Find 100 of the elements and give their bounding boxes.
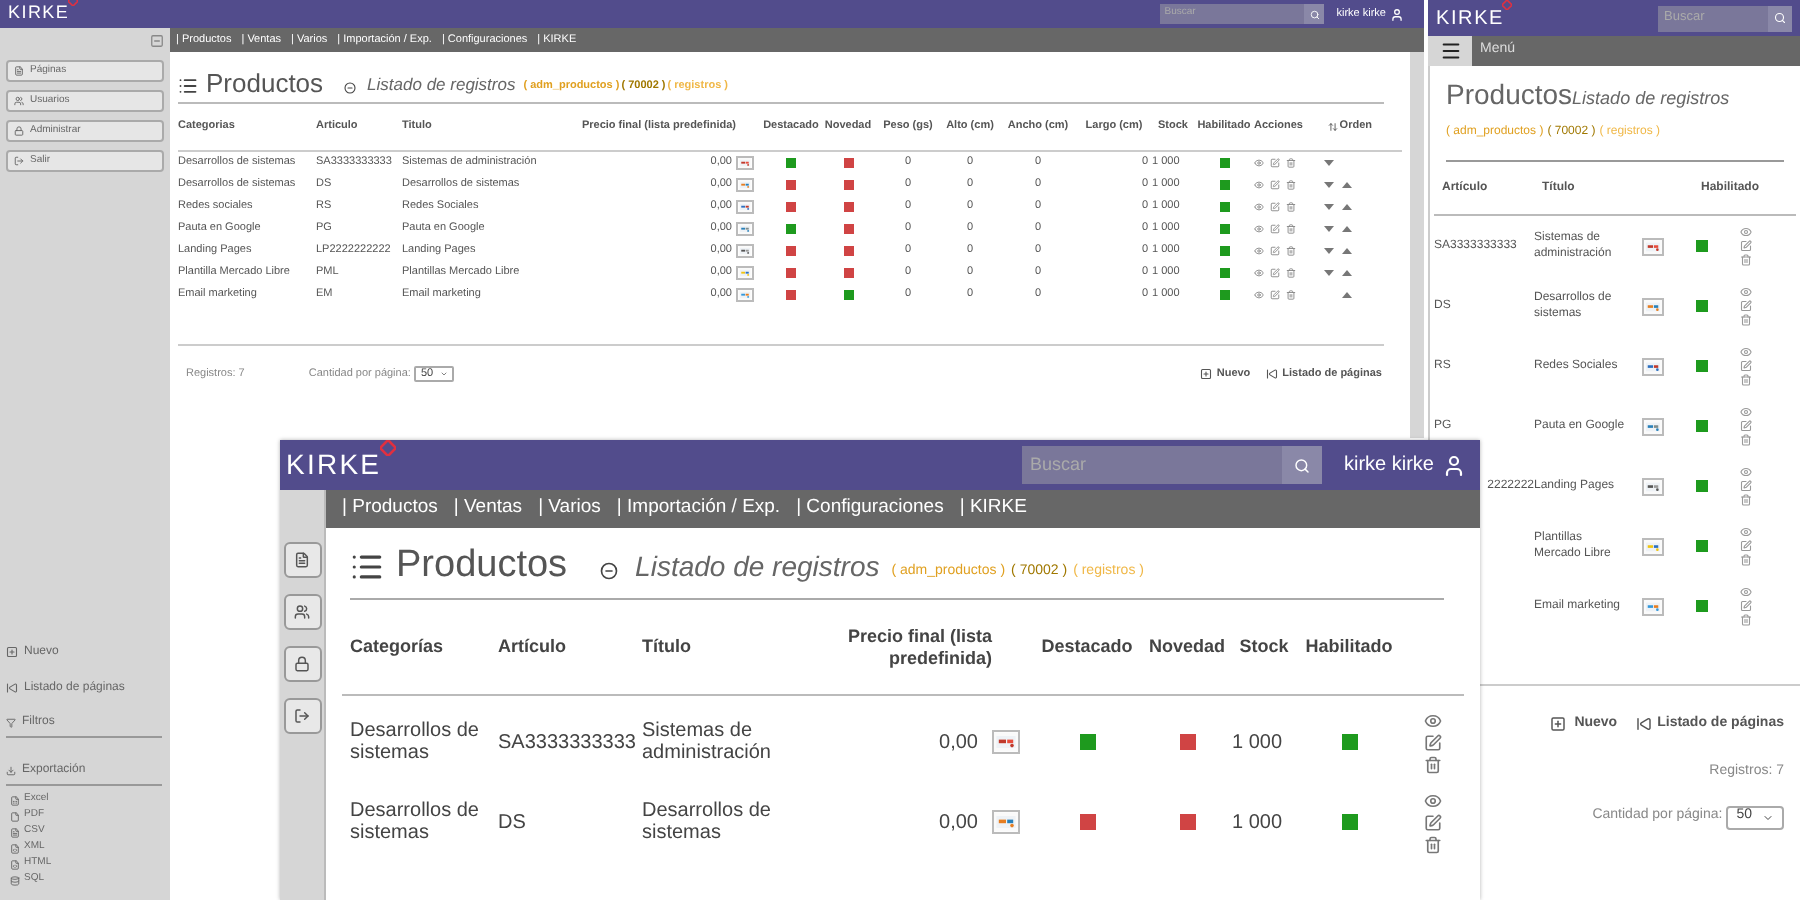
logo: KIRKE: [8, 0, 78, 28]
database-icon: [10, 875, 20, 885]
trash-icon[interactable]: [1286, 290, 1296, 300]
menu-item[interactable]: | Importación / Exp.: [616, 494, 781, 524]
trash-icon[interactable]: [1740, 434, 1752, 446]
down-arrow-icon[interactable]: [1324, 226, 1334, 232]
edit-icon[interactable]: [1740, 540, 1752, 552]
minus-icon[interactable]: [599, 562, 618, 580]
down-arrow-icon[interactable]: [1324, 160, 1334, 166]
edit-icon[interactable]: [1740, 240, 1752, 252]
edit-icon[interactable]: [1270, 202, 1280, 212]
filter-icon: [6, 718, 16, 728]
column-header: Precio final (lista predefinida): [845, 625, 992, 669]
eye-icon[interactable]: [1254, 202, 1264, 212]
trash-icon[interactable]: [1740, 254, 1752, 266]
sidebar-button[interactable]: [283, 594, 321, 630]
file-icon: [10, 795, 20, 805]
eye-icon[interactable]: [1740, 226, 1752, 238]
eye-icon[interactable]: [1424, 791, 1442, 809]
edit-icon[interactable]: [1270, 268, 1280, 278]
up-arrow-icon[interactable]: [1342, 226, 1352, 232]
edit-icon[interactable]: [1270, 224, 1280, 234]
column-header: Novedad: [1146, 636, 1227, 658]
sidebar-button[interactable]: [283, 698, 321, 734]
edit-icon[interactable]: [1740, 300, 1752, 312]
trash-icon[interactable]: [1286, 180, 1296, 190]
document-icon: [294, 552, 310, 568]
eye-icon[interactable]: [1740, 286, 1752, 298]
up-arrow-icon[interactable]: [1342, 270, 1352, 276]
trash-icon[interactable]: [1286, 158, 1296, 168]
eye-icon[interactable]: [1254, 290, 1264, 300]
search-button[interactable]: [1281, 446, 1322, 484]
eye-icon[interactable]: [1254, 180, 1264, 190]
minus-icon[interactable]: [343, 82, 356, 94]
down-arrow-icon[interactable]: [1324, 270, 1334, 276]
trash-icon[interactable]: [1740, 614, 1752, 626]
down-arrow-icon[interactable]: [1324, 182, 1334, 188]
trash-icon[interactable]: [1286, 246, 1296, 256]
logout-icon: [14, 156, 24, 166]
menu-item[interactable]: | Varios: [538, 494, 601, 524]
edit-icon[interactable]: [1740, 360, 1752, 372]
menu-icon: [1439, 40, 1461, 62]
trash-icon[interactable]: [1740, 554, 1752, 566]
trash-icon[interactable]: [1286, 224, 1296, 234]
file-icon: [10, 843, 20, 853]
trash-icon[interactable]: [1286, 268, 1296, 278]
table-cell-text: 1 000: [1232, 811, 1285, 833]
search-button[interactable]: [1304, 4, 1325, 24]
eye-icon[interactable]: [1254, 268, 1264, 278]
logo: KIRKE: [1436, 3, 1513, 33]
trash-icon[interactable]: [1286, 202, 1296, 212]
edit-icon[interactable]: [1424, 813, 1442, 831]
edit-icon[interactable]: [1270, 246, 1280, 256]
collapse-icon[interactable]: [150, 33, 164, 47]
trash-icon[interactable]: [1740, 494, 1752, 506]
down-arrow-icon[interactable]: [1324, 204, 1334, 210]
up-arrow-icon[interactable]: [1342, 204, 1352, 210]
menu-item[interactable]: | Configuraciones: [796, 494, 944, 524]
eye-icon[interactable]: [1740, 586, 1752, 598]
plus-icon: [6, 646, 18, 658]
sidebar-button[interactable]: [283, 646, 321, 682]
menu-button[interactable]: [1428, 36, 1472, 66]
edit-icon[interactable]: [1270, 158, 1280, 168]
up-arrow-icon[interactable]: [1342, 182, 1352, 188]
eye-icon[interactable]: [1254, 246, 1264, 256]
down-arrow-icon[interactable]: [1324, 248, 1334, 254]
search-button[interactable]: [1768, 5, 1792, 31]
menu-item[interactable]: | Productos: [342, 494, 438, 524]
edit-icon[interactable]: [1424, 733, 1442, 751]
eye-icon[interactable]: [1740, 406, 1752, 418]
eye-icon[interactable]: [1740, 466, 1752, 478]
column-header: Habilitado: [1303, 636, 1395, 658]
eye-icon[interactable]: [1424, 711, 1442, 729]
edit-icon[interactable]: [1740, 480, 1752, 492]
column-header: Artículo: [498, 636, 569, 658]
search-icon: [1309, 9, 1320, 19]
page-subtitle: Listado de registros: [367, 72, 516, 98]
menu-item[interactable]: | Ventas: [453, 494, 523, 524]
sidebar-button[interactable]: [283, 542, 321, 578]
logo: KIRKE: [286, 444, 396, 486]
trash-icon[interactable]: [1424, 755, 1442, 773]
edit-icon[interactable]: [1270, 290, 1280, 300]
menu-item[interactable]: | KIRKE: [959, 494, 1027, 524]
page-title: Productos: [396, 544, 568, 588]
user-icon: [1442, 453, 1466, 477]
file-icon: [10, 859, 20, 869]
eye-icon[interactable]: [1254, 224, 1264, 234]
eye-icon[interactable]: [1740, 346, 1752, 358]
trash-icon[interactable]: [1740, 314, 1752, 326]
eye-icon[interactable]: [1740, 526, 1752, 538]
trash-icon[interactable]: [1424, 835, 1442, 853]
trash-icon[interactable]: [1740, 374, 1752, 386]
eye-icon[interactable]: [1254, 158, 1264, 168]
table-cell-text: Desarrollos de sistemas: [350, 800, 481, 844]
edit-icon[interactable]: [1270, 180, 1280, 190]
up-arrow-icon[interactable]: [1342, 292, 1352, 298]
edit-icon[interactable]: [1740, 420, 1752, 432]
edit-icon[interactable]: [1740, 600, 1752, 612]
up-arrow-icon[interactable]: [1342, 248, 1352, 254]
list-icon: [178, 76, 198, 96]
